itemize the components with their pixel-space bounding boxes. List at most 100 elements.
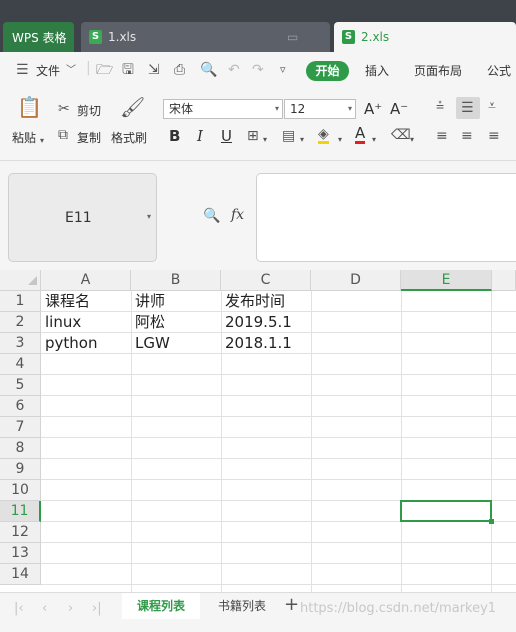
- cut-button[interactable]: 剪切: [77, 102, 101, 119]
- print-icon[interactable]: ⎙: [174, 62, 185, 78]
- column-header-c[interactable]: C: [221, 270, 311, 291]
- underline-button[interactable]: U: [221, 127, 232, 145]
- chevron-down-icon[interactable]: ▾: [263, 132, 267, 148]
- bold-button[interactable]: B: [169, 127, 180, 145]
- align-left-icon[interactable]: ≡: [436, 128, 448, 144]
- add-sheet-icon[interactable]: +: [284, 594, 299, 615]
- print-preview-icon[interactable]: 🔍: [200, 62, 217, 78]
- chevron-down-icon[interactable]: ▾: [372, 132, 376, 148]
- watermark-text: https://blog.csdn.net/markey1: [300, 601, 497, 616]
- cell-style-icon[interactable]: ▤: [282, 128, 295, 144]
- align-bottom-icon[interactable]: ⩡: [488, 98, 496, 114]
- align-middle-button[interactable]: ☰: [456, 97, 480, 119]
- align-center-icon[interactable]: ≡: [461, 128, 473, 144]
- select-all-corner[interactable]: [0, 270, 41, 291]
- row-header[interactable]: 14: [0, 564, 41, 585]
- fill-handle[interactable]: [489, 519, 494, 524]
- last-sheet-icon[interactable]: ›|: [92, 601, 102, 616]
- selected-cell-e11[interactable]: [400, 500, 492, 522]
- name-box[interactable]: E11 ▾: [8, 173, 157, 262]
- row-header[interactable]: 1: [0, 291, 41, 312]
- zoom-function-icon[interactable]: 🔍: [203, 208, 220, 224]
- gridline: [41, 458, 516, 459]
- font-color-button[interactable]: A: [355, 126, 366, 144]
- next-sheet-icon[interactable]: ›: [68, 601, 73, 616]
- tab-insert[interactable]: 插入: [365, 62, 389, 79]
- open-folder-icon[interactable]: 🗁: [96, 62, 113, 78]
- copy-button[interactable]: 复制: [77, 129, 101, 146]
- row-header[interactable]: 13: [0, 543, 41, 564]
- sheet-tab-course-list[interactable]: 课程列表: [122, 593, 200, 619]
- row-header[interactable]: 12: [0, 522, 41, 543]
- document-tab-bar: WPS 表格 S 1.xls ▭ S 2.xls: [0, 0, 516, 52]
- align-right-icon[interactable]: ≡: [488, 128, 500, 144]
- column-header-d[interactable]: D: [311, 270, 401, 291]
- gridline: [41, 542, 516, 543]
- row-header[interactable]: 6: [0, 396, 41, 417]
- chevron-down-icon[interactable]: ▾: [338, 132, 342, 148]
- tab-1-xls[interactable]: S 1.xls ▭: [81, 22, 330, 52]
- more-dropdown-icon[interactable]: ▿: [280, 62, 286, 78]
- format-painter-button[interactable]: 格式刷: [111, 129, 147, 146]
- cell-b1[interactable]: 讲师: [131, 291, 165, 312]
- eraser-icon[interactable]: ⌫: [391, 127, 411, 143]
- grow-font-button[interactable]: A⁺: [364, 100, 382, 118]
- chevron-down-icon[interactable]: ▾: [40, 133, 44, 149]
- borders-icon[interactable]: ⊞: [247, 128, 259, 144]
- cell-c3[interactable]: 2018.1.1: [221, 333, 292, 354]
- row-header[interactable]: 8: [0, 438, 41, 459]
- cell-c2[interactable]: 2019.5.1: [221, 312, 292, 333]
- sheet-tab-bar: |‹ ‹ › ›| 课程列表 书籍列表 + https://blog.csdn.…: [0, 592, 516, 632]
- cell-a3[interactable]: python: [41, 333, 97, 354]
- row-header[interactable]: 4: [0, 354, 41, 375]
- hamburger-icon[interactable]: ☰: [16, 62, 29, 78]
- cell-a1[interactable]: 课程名: [41, 291, 90, 312]
- formula-input[interactable]: [256, 173, 516, 262]
- file-menu[interactable]: 文件: [36, 62, 60, 79]
- tab-start[interactable]: 开始: [306, 61, 349, 81]
- row-header-selected[interactable]: 11: [0, 501, 41, 522]
- prev-sheet-icon[interactable]: ‹: [42, 601, 47, 616]
- font-size-select[interactable]: 12 ▾: [284, 99, 356, 119]
- paste-icon[interactable]: 📋: [17, 97, 42, 117]
- cell-a2[interactable]: linux: [41, 312, 81, 333]
- chevron-down-icon[interactable]: ▾: [300, 132, 304, 148]
- cell-b2[interactable]: 阿松: [131, 312, 165, 333]
- column-header-f[interactable]: [492, 270, 516, 291]
- shrink-font-button[interactable]: A⁻: [390, 100, 408, 118]
- column-header-a[interactable]: A: [41, 270, 131, 291]
- chevron-down-icon[interactable]: ▾: [410, 132, 414, 148]
- font-name-select[interactable]: 宋体 ▾: [163, 99, 283, 119]
- column-header-e[interactable]: E: [401, 270, 492, 291]
- cell-b3[interactable]: LGW: [131, 333, 170, 354]
- paste-button[interactable]: 粘贴: [12, 129, 36, 146]
- redo-icon[interactable]: ↷: [252, 62, 264, 78]
- export-icon[interactable]: ⇲: [148, 62, 160, 78]
- chevron-down-icon[interactable]: ﹀: [66, 63, 76, 79]
- copy-icon[interactable]: ⧉: [58, 127, 68, 143]
- chevron-down-icon[interactable]: ▾: [147, 212, 151, 221]
- tab-wps-home[interactable]: WPS 表格: [3, 22, 74, 52]
- undo-icon[interactable]: ↶: [228, 62, 240, 78]
- row-header[interactable]: 3: [0, 333, 41, 354]
- scissors-icon[interactable]: ✂: [58, 101, 70, 117]
- save-icon[interactable]: 🖫: [122, 62, 134, 78]
- tab-page-layout[interactable]: 页面布局: [414, 62, 462, 79]
- row-header[interactable]: 5: [0, 375, 41, 396]
- sheet-tab-book-list[interactable]: 书籍列表: [204, 593, 280, 619]
- insert-function-button[interactable]: fx: [231, 207, 244, 223]
- row-header[interactable]: 10: [0, 480, 41, 501]
- column-header-b[interactable]: B: [131, 270, 221, 291]
- row-header[interactable]: 9: [0, 459, 41, 480]
- italic-button[interactable]: I: [197, 127, 203, 145]
- align-top-icon[interactable]: ⩮: [436, 98, 444, 114]
- tab-formula[interactable]: 公式: [487, 62, 511, 79]
- row-header[interactable]: 7: [0, 417, 41, 438]
- fill-color-icon[interactable]: ◈: [318, 127, 329, 144]
- row-header[interactable]: 2: [0, 312, 41, 333]
- tab-2-xls[interactable]: S 2.xls: [334, 22, 516, 52]
- format-painter-icon[interactable]: 🖌: [120, 97, 145, 117]
- cell-c1[interactable]: 发布时间: [221, 291, 285, 312]
- monitor-icon[interactable]: ▭: [287, 30, 298, 44]
- first-sheet-icon[interactable]: |‹: [14, 601, 24, 616]
